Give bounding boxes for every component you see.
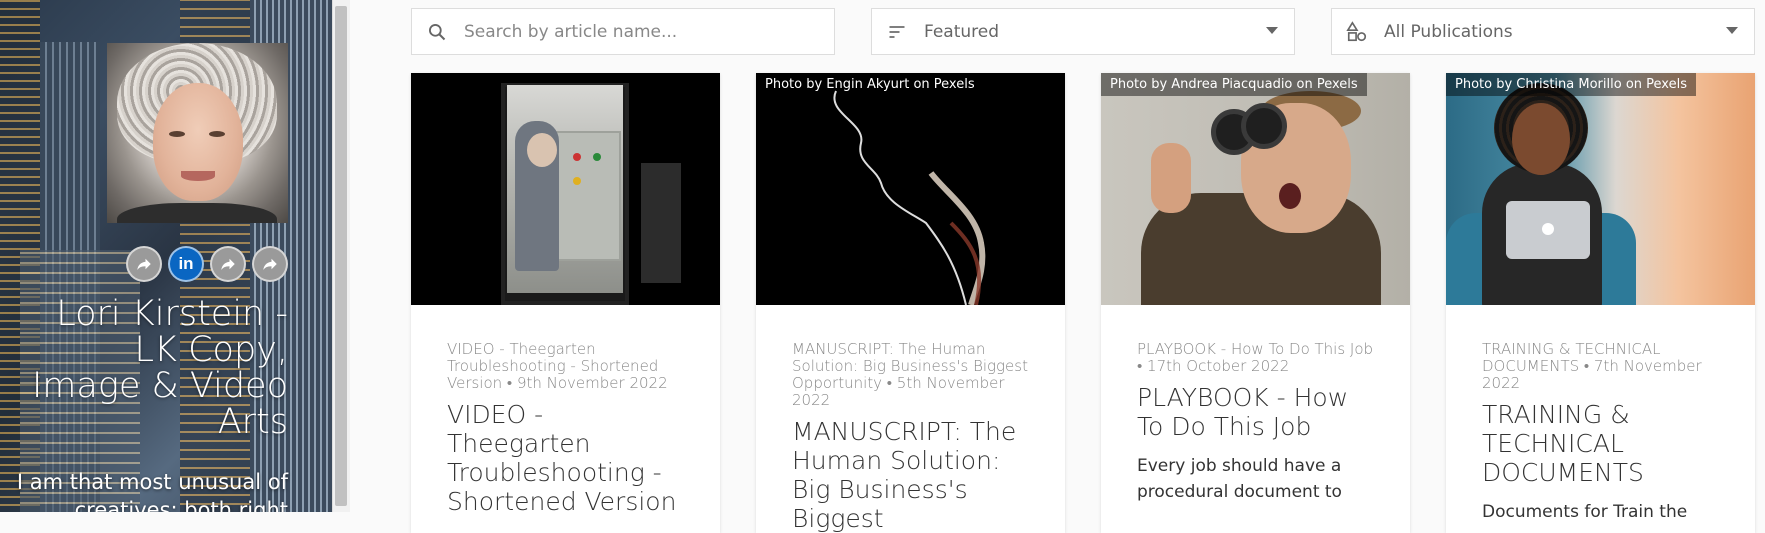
photo-credit: Photo by Engin Akyurt on Pexels [765, 77, 975, 92]
article-thumbnail[interactable]: Photo by Engin Akyurt on Pexels [756, 73, 1065, 305]
scrollbar-thumb[interactable] [335, 6, 347, 506]
profile-name: Lori Kirstein - LK Copy, Image & Video A… [31, 294, 288, 442]
article-title[interactable]: PLAYBOOK - How To Do This Job [1137, 383, 1374, 441]
sort-dropdown[interactable]: Featured [871, 8, 1295, 55]
share-button-2[interactable] [210, 246, 246, 282]
sort-value: Featured [924, 21, 1000, 42]
share-button-1[interactable] [126, 246, 162, 282]
article-thumbnail[interactable]: Photo by Christina Morillo on Pexels [1446, 73, 1755, 305]
share-button-3[interactable] [252, 246, 288, 282]
article-card[interactable]: Photo by Engin Akyurt on Pexels MANUSCRI… [756, 73, 1065, 533]
share-icon [221, 258, 235, 270]
article-meta: MANUSCRIPT: The Human Solution: Big Busi… [792, 340, 1028, 409]
social-links: in [126, 246, 288, 282]
search-icon [426, 21, 448, 43]
article-excerpt: Documents for Train the [1482, 502, 1688, 522]
article-thumbnail[interactable] [411, 73, 720, 305]
linkedin-icon: in [178, 254, 194, 273]
profile-sidebar: in Lori Kirstein - LK Copy, Image & Vide… [0, 0, 332, 512]
chevron-down-icon [1726, 27, 1738, 34]
publication-value: All Publications [1384, 21, 1513, 42]
sort-icon [886, 21, 908, 43]
article-card[interactable]: Photo by Christina Morillo on Pexels TRA… [1446, 73, 1755, 533]
article-grid: VIDEO - Theegarten Troubleshooting - Sho… [411, 73, 1755, 533]
search-box[interactable] [411, 8, 835, 55]
share-icon [263, 258, 277, 270]
shapes-icon [1346, 20, 1368, 43]
smoke-illustration [833, 90, 986, 305]
article-title[interactable]: TRAINING & TECHNICAL DOCUMENTS [1482, 400, 1719, 487]
search-input[interactable] [464, 21, 804, 42]
article-card[interactable]: VIDEO - Theegarten Troubleshooting - Sho… [411, 73, 720, 533]
photo-credit: Photo by Christina Morillo on Pexels [1446, 73, 1696, 96]
chevron-down-icon [1266, 27, 1278, 34]
article-title[interactable]: VIDEO - Theegarten Troubleshooting - Sho… [447, 400, 684, 516]
photo-credit: Photo by Andrea Piacquadio on Pexels [1101, 73, 1367, 96]
article-thumbnail[interactable]: Photo by Andrea Piacquadio on Pexels [1101, 73, 1410, 305]
publication-dropdown[interactable]: All Publications [1331, 8, 1755, 55]
sidebar-scrollbar[interactable] [332, 0, 350, 512]
article-excerpt: Every job should have a procedural docum… [1137, 456, 1342, 502]
article-meta: PLAYBOOK - How To Do This Job • 17th Oct… [1137, 340, 1374, 375]
article-meta: TRAINING & TECHNICAL DOCUMENTS • 7th Nov… [1482, 340, 1702, 392]
linkedin-button[interactable]: in [168, 246, 204, 282]
filter-bar: Featured All Publications [411, 8, 1755, 55]
share-icon [137, 258, 151, 270]
article-title[interactable]: MANUSCRIPT: The Human Solution: Big Busi… [792, 417, 1029, 533]
article-card[interactable]: Photo by Andrea Piacquadio on Pexels PLA… [1101, 73, 1410, 533]
article-meta: VIDEO - Theegarten Troubleshooting - Sho… [447, 340, 668, 392]
profile-bio: I am that most unusual of creatives: bot… [16, 470, 288, 512]
avatar [107, 43, 288, 223]
